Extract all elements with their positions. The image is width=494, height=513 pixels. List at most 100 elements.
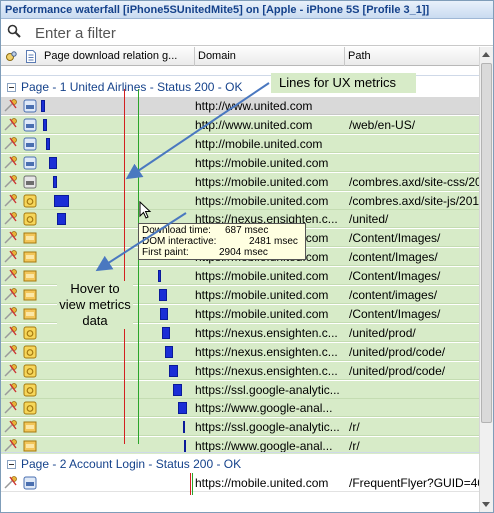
dom-interactive-line <box>124 89 125 444</box>
path-cell <box>349 97 479 115</box>
path-cell <box>349 381 479 399</box>
domain-cell: https://nexus.ensighten.c... <box>195 363 338 378</box>
table-row[interactable]: http://www.united.com/web/en-US/ <box>1 115 479 134</box>
pin-icon <box>4 269 18 282</box>
group-label: Page - 2 Account Login - Status 200 - OK <box>21 457 242 471</box>
image-icon <box>23 231 37 245</box>
waterfall-bar[interactable] <box>43 118 48 131</box>
tooltip-download-label: Download time: <box>142 225 211 236</box>
domain-cell: https://mobile.united.com <box>195 306 329 321</box>
table-row[interactable]: https://mobile.united.com/combres.axd/si… <box>1 172 479 191</box>
tooltip-dom-label: DOM interactive: <box>142 236 217 247</box>
scroll-down-icon[interactable] <box>482 502 490 507</box>
table-row[interactable]: https://ssl.google-analytic... <box>1 380 479 399</box>
domain-cell: https://mobile.united.com <box>195 269 329 284</box>
script-icon <box>23 212 37 226</box>
waterfall-bar[interactable] <box>158 270 161 283</box>
annotation-lines-label: Lines for UX metrics <box>271 73 416 93</box>
mouse-cursor-icon <box>139 201 152 219</box>
domain-cell: http://www.united.com <box>195 117 313 132</box>
pin-icon <box>4 136 18 150</box>
script-icon <box>23 401 37 415</box>
waterfall-bar[interactable] <box>45 137 50 150</box>
waterfall-bar[interactable] <box>183 421 186 434</box>
path-cell <box>349 154 479 172</box>
image-icon <box>23 269 37 283</box>
waterfall-bar[interactable] <box>57 213 67 226</box>
domain-cell: https://ssl.google-analytic... <box>195 382 340 397</box>
html-page-icon <box>23 118 37 132</box>
column-header-relation[interactable]: Page download relation g... <box>41 47 195 66</box>
waterfall-bar[interactable] <box>53 175 58 188</box>
column-header-path[interactable]: Path <box>345 47 479 66</box>
pin-icon <box>4 382 18 396</box>
waterfall-bar[interactable] <box>161 326 170 339</box>
search-icon <box>7 24 21 38</box>
image-icon <box>23 420 37 434</box>
table-row[interactable]: https://nexus.ensighten.c... /united/prod… <box>1 342 479 361</box>
scroll-up-icon[interactable] <box>482 52 490 57</box>
table-header: Page download relation g... Domain Path <box>1 47 479 66</box>
domain-cell: https://mobile.united.com <box>195 476 329 490</box>
table-row[interactable]: http://www.united.com <box>1 97 479 115</box>
path-cell: /content/Images/ <box>349 250 438 265</box>
path-cell: /combres.axd/site-js/201 <box>349 193 479 208</box>
waterfall-bar[interactable] <box>41 100 45 112</box>
pin-icon <box>4 363 18 377</box>
table-row[interactable]: https://nexus.ensighten.c... /united/prod… <box>1 361 479 380</box>
pin-icon <box>4 117 18 131</box>
settings-icon[interactable] <box>5 50 17 63</box>
waterfall-bar[interactable] <box>183 440 186 453</box>
script-icon <box>23 326 37 340</box>
waterfall-bar[interactable] <box>159 307 169 320</box>
path-cell: /Content/Images/ <box>349 306 441 321</box>
waterfall-bar[interactable] <box>159 289 168 301</box>
waterfall-bar[interactable] <box>53 194 69 207</box>
column-header-domain[interactable]: Domain <box>195 47 345 66</box>
table-row[interactable]: https://ssl.google-analytic... /r/ <box>1 418 479 437</box>
pin-icon <box>4 99 18 112</box>
first-paint-line <box>138 89 139 444</box>
path-cell: /Content/Images/ <box>349 231 441 246</box>
waterfall-bar[interactable] <box>48 156 58 169</box>
pin-icon <box>4 325 18 339</box>
path-cell <box>349 399 479 417</box>
table-row[interactable]: https://www.google-anal... <box>1 399 479 418</box>
waterfall-bar[interactable] <box>177 402 188 415</box>
window-title: Performance waterfall [iPhone5SUnitedMit… <box>1 1 493 19</box>
path-cell: /web/en-US/ <box>349 117 416 132</box>
pin-icon <box>4 439 18 452</box>
waterfall-bar[interactable] <box>165 345 174 358</box>
table-row[interactable]: https://mobile.united.com/combres.axd/si… <box>1 191 479 210</box>
domain-cell: http://mobile.united.com <box>195 136 323 151</box>
waterfall-bar[interactable] <box>168 364 178 377</box>
domain-cell: https://mobile.united.com <box>195 155 329 170</box>
image-icon <box>23 250 37 264</box>
table-row[interactable]: https://mobile.united.com <box>1 153 479 172</box>
html-page-icon <box>23 137 37 151</box>
collapse-toggle-icon[interactable] <box>7 83 16 92</box>
domain-cell: https://nexus.ensighten.c... <box>195 325 338 340</box>
pin-icon <box>4 231 18 244</box>
scroll-thumb[interactable] <box>481 63 492 423</box>
path-cell: /Content/Images/ <box>349 269 441 284</box>
tooltip-dom-value: 2481 msec <box>249 236 298 247</box>
pin-icon <box>4 193 18 207</box>
domain-cell: https://mobile.united.com <box>195 174 329 189</box>
pin-icon <box>4 476 18 489</box>
group-header-page-2[interactable]: Page - 2 Account Login - Status 200 - OK <box>1 454 479 474</box>
pin-icon <box>4 288 18 301</box>
table-row[interactable]: https://mobile.united.com/FrequentFlyer?… <box>1 474 479 492</box>
filter-input[interactable] <box>35 23 475 43</box>
html-page-icon <box>23 156 37 170</box>
path-cell: /united/prod/ <box>349 325 416 340</box>
collapse-toggle-icon[interactable] <box>7 460 16 469</box>
table-row[interactable]: http://mobile.united.com <box>1 134 479 153</box>
document-icon[interactable] <box>25 50 37 63</box>
vertical-scrollbar[interactable] <box>479 47 493 512</box>
domain-cell: https://mobile.united.com <box>195 193 329 208</box>
path-cell: /combres.axd/site-css/20 <box>349 174 479 189</box>
pin-icon <box>4 420 18 433</box>
image-icon <box>23 307 37 321</box>
waterfall-bar[interactable] <box>173 383 183 396</box>
